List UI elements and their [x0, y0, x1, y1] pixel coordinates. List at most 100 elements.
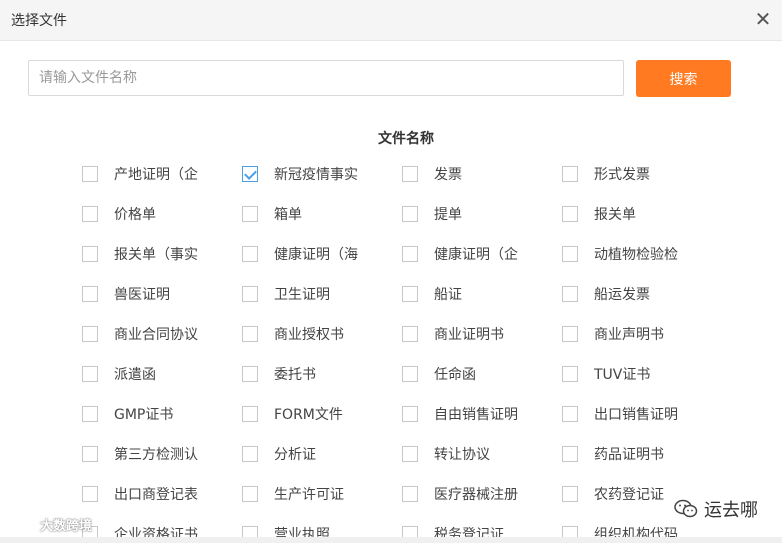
- file-option-label: 药品证明书: [594, 447, 664, 463]
- file-option-checkbox[interactable]: [402, 486, 418, 502]
- file-option[interactable]: TUV证书: [562, 363, 689, 385]
- file-option-label: 兽医证明: [114, 287, 170, 303]
- file-option-checkbox[interactable]: [82, 286, 98, 302]
- file-option-checkbox[interactable]: [562, 326, 578, 342]
- file-option[interactable]: FORM文件: [242, 403, 369, 425]
- file-option-checkbox[interactable]: [402, 406, 418, 422]
- file-option-label: 形式发票: [594, 167, 650, 183]
- file-option-checkbox[interactable]: [242, 166, 258, 182]
- file-option-checkbox[interactable]: [562, 286, 578, 302]
- file-option-checkbox[interactable]: [562, 206, 578, 222]
- file-option-checkbox[interactable]: [242, 366, 258, 382]
- file-option-checkbox[interactable]: [82, 206, 98, 222]
- file-option-checkbox[interactable]: [82, 446, 98, 462]
- file-option-checkbox[interactable]: [402, 366, 418, 382]
- file-option-label: 生产许可证: [274, 487, 344, 503]
- file-option[interactable]: 派遣函: [82, 363, 209, 385]
- file-option[interactable]: 转让协议: [402, 443, 529, 465]
- file-option[interactable]: 出口销售证明: [562, 403, 689, 425]
- file-option-checkbox[interactable]: [562, 246, 578, 262]
- file-option[interactable]: 船证: [402, 283, 529, 305]
- file-option-checkbox[interactable]: [242, 486, 258, 502]
- file-option[interactable]: 健康证明（海: [242, 243, 369, 265]
- watermark-left: 大数跨境: [6, 515, 92, 534]
- dialog-header: 选择文件 ✕: [0, 0, 782, 41]
- file-option[interactable]: 商业授权书: [242, 323, 369, 345]
- file-option-checkbox[interactable]: [82, 486, 98, 502]
- file-option[interactable]: 委托书: [242, 363, 369, 385]
- file-option-label: 自由销售证明: [434, 407, 518, 423]
- file-option[interactable]: 医疗器械注册: [402, 483, 529, 505]
- file-option-checkbox[interactable]: [242, 326, 258, 342]
- file-option-checkbox[interactable]: [562, 166, 578, 182]
- file-option-checkbox[interactable]: [242, 446, 258, 462]
- file-option-checkbox[interactable]: [82, 406, 98, 422]
- file-option-checkbox[interactable]: [562, 406, 578, 422]
- file-option[interactable]: 报关单: [562, 203, 689, 225]
- file-option[interactable]: 税务登记证: [402, 523, 529, 538]
- file-option[interactable]: 新冠疫情事实: [242, 163, 369, 185]
- file-option[interactable]: 企业资格证书: [82, 523, 209, 538]
- file-option-label: TUV证书: [594, 367, 651, 383]
- file-option-checkbox[interactable]: [402, 446, 418, 462]
- file-option-label: 商业授权书: [274, 327, 344, 343]
- file-option[interactable]: 自由销售证明: [402, 403, 529, 425]
- file-option[interactable]: 营业执照: [242, 523, 369, 538]
- file-option[interactable]: 价格单: [82, 203, 209, 225]
- file-option-checkbox[interactable]: [562, 486, 578, 502]
- file-option[interactable]: 商业合同协议: [82, 323, 209, 345]
- file-option[interactable]: 第三方检测认: [82, 443, 209, 465]
- file-option-checkbox[interactable]: [242, 286, 258, 302]
- file-option-checkbox[interactable]: [82, 166, 98, 182]
- file-option-checkbox[interactable]: [242, 406, 258, 422]
- file-option-label: 组织机构代码: [594, 527, 678, 538]
- file-option[interactable]: 兽医证明: [82, 283, 209, 305]
- file-option-checkbox[interactable]: [402, 246, 418, 262]
- file-option-checkbox[interactable]: [242, 206, 258, 222]
- file-option-checkbox[interactable]: [562, 366, 578, 382]
- file-option-label: 价格单: [114, 207, 156, 223]
- file-option-checkbox[interactable]: [242, 246, 258, 262]
- file-option[interactable]: 报关单（事实: [82, 243, 209, 265]
- file-option-label: 报关单: [594, 207, 636, 223]
- file-option-label: 税务登记证: [434, 527, 504, 538]
- file-option-label: 委托书: [274, 367, 316, 383]
- file-option[interactable]: 发票: [402, 163, 529, 185]
- file-option-label: 卫生证明: [274, 287, 330, 303]
- search-input[interactable]: [28, 60, 624, 96]
- search-button[interactable]: 搜索: [636, 60, 731, 97]
- file-option[interactable]: 出口商登记表: [82, 483, 209, 505]
- file-option-label: 出口销售证明: [594, 407, 678, 423]
- file-option[interactable]: 商业证明书: [402, 323, 529, 345]
- file-option[interactable]: 形式发票: [562, 163, 689, 185]
- file-option[interactable]: GMP证书: [82, 403, 209, 425]
- file-option-checkbox[interactable]: [82, 246, 98, 262]
- file-option[interactable]: 任命函: [402, 363, 529, 385]
- file-option[interactable]: 产地证明（企: [82, 163, 209, 185]
- file-option-checkbox[interactable]: [82, 366, 98, 382]
- file-option[interactable]: 船运发票: [562, 283, 689, 305]
- file-option-label: 船证: [434, 287, 462, 303]
- section-title: 文件名称: [378, 131, 434, 147]
- file-option-label: 商业证明书: [434, 327, 504, 343]
- file-option[interactable]: 卫生证明: [242, 283, 369, 305]
- file-option[interactable]: 箱单: [242, 203, 369, 225]
- file-option-checkbox[interactable]: [402, 206, 418, 222]
- file-option[interactable]: 动植物检验检: [562, 243, 689, 265]
- file-option-label: GMP证书: [114, 407, 174, 423]
- file-option-checkbox[interactable]: [402, 166, 418, 182]
- file-option[interactable]: 商业声明书: [562, 323, 689, 345]
- file-option[interactable]: 提单: [402, 203, 529, 225]
- close-icon[interactable]: ✕: [750, 6, 776, 32]
- file-option-checkbox[interactable]: [402, 326, 418, 342]
- file-option-checkbox[interactable]: [402, 286, 418, 302]
- dialog-title: 选择文件: [11, 13, 67, 29]
- file-option[interactable]: 组织机构代码: [562, 523, 689, 538]
- file-option-label: 报关单（事实: [114, 247, 198, 263]
- file-option[interactable]: 药品证明书: [562, 443, 689, 465]
- file-option-checkbox[interactable]: [562, 446, 578, 462]
- file-option[interactable]: 生产许可证: [242, 483, 369, 505]
- file-option[interactable]: 分析证: [242, 443, 369, 465]
- file-option-checkbox[interactable]: [82, 326, 98, 342]
- file-option[interactable]: 健康证明（企: [402, 243, 529, 265]
